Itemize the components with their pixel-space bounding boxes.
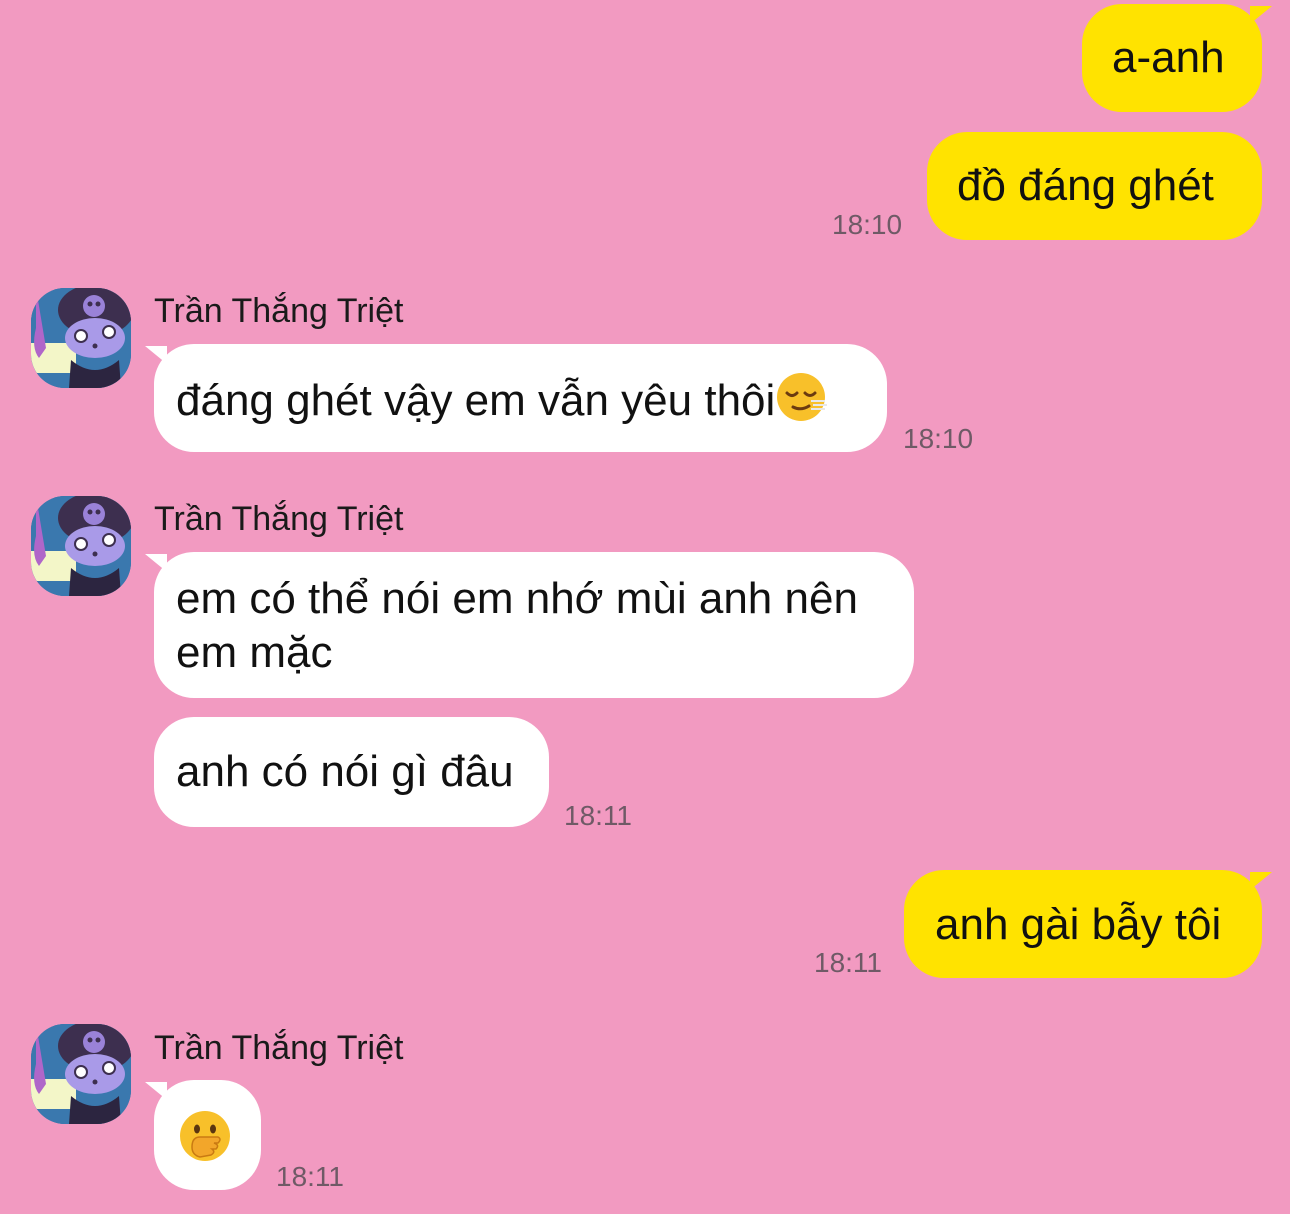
relieved-face-emoji-icon	[775, 371, 828, 436]
message-text: anh có nói gì đâu	[176, 747, 514, 796]
message-bubble-incoming[interactable]: đáng ghét vậy em vẫn yêu thôi	[154, 344, 887, 452]
message-bubble-incoming[interactable]: em có thể nói em nhớ mùi anh nên em mặc	[154, 552, 914, 698]
message-text: a-anh	[1112, 33, 1225, 82]
bubble-tail	[1250, 872, 1272, 890]
message-text: đáng ghét vậy em vẫn yêu thôi	[176, 376, 776, 426]
message-text: đồ đáng ghét	[957, 161, 1214, 210]
avatar-image	[31, 496, 131, 596]
message-bubble-outgoing[interactable]: anh gài bẫy tôi	[904, 870, 1262, 978]
contact-avatar[interactable]	[31, 496, 131, 596]
message-timestamp: 18:10	[903, 423, 974, 454]
contact-avatar[interactable]	[31, 1024, 131, 1124]
message-timestamp: 18:10	[832, 209, 903, 240]
message-bubble-incoming[interactable]	[154, 1080, 261, 1190]
message-timestamp: 18:11	[564, 800, 632, 831]
message-text-line: em có thể nói em nhớ mùi anh nên	[176, 574, 858, 623]
avatar-image	[31, 288, 131, 388]
message-bubble-outgoing[interactable]: a-anh	[1082, 4, 1262, 112]
bubble-tail	[1250, 6, 1272, 24]
contact-avatar[interactable]	[31, 288, 131, 388]
message-timestamp: 18:11	[814, 947, 882, 978]
message-bubble-incoming[interactable]: anh có nói gì đâu	[154, 717, 549, 827]
message-timestamp: 18:11	[276, 1161, 344, 1192]
message-text-line: em mặc	[176, 628, 333, 677]
sender-name: Trần Thắng Triệt	[154, 292, 404, 330]
message-bubble-outgoing[interactable]: đồ đáng ghét	[927, 132, 1262, 240]
sender-name: Trần Thắng Triệt	[154, 500, 404, 538]
avatar-image	[31, 1024, 131, 1124]
face-with-hand-over-mouth-emoji-icon	[178, 1109, 232, 1176]
message-text: anh gài bẫy tôi	[935, 900, 1222, 949]
sender-name: Trần Thắng Triệt	[154, 1029, 404, 1067]
